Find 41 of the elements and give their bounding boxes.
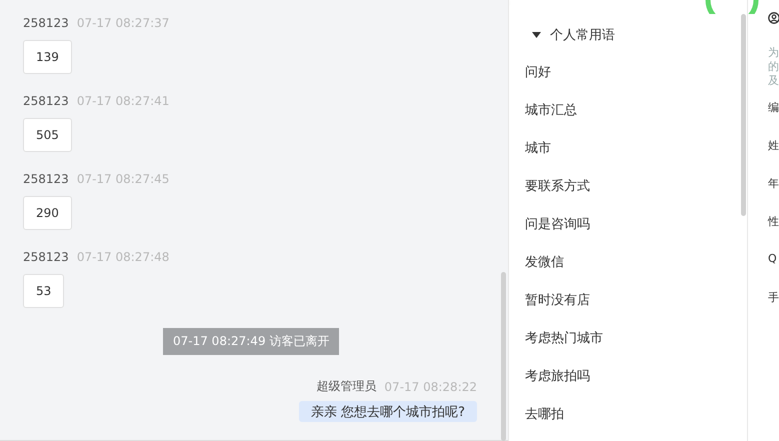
phrase-item[interactable]: 城市汇总 bbox=[509, 91, 577, 129]
scrollbar[interactable] bbox=[741, 14, 746, 216]
message-time: 07-17 08:27:37 bbox=[76, 16, 170, 30]
field-label: 姓 bbox=[768, 138, 779, 154]
sender-name: 258123 bbox=[23, 94, 69, 108]
note-text: 及 bbox=[768, 74, 779, 88]
ring-icon bbox=[704, 0, 760, 14]
system-notice: 07-17 08:27:49 访客已离开 bbox=[163, 328, 340, 355]
message-bubble: 亲亲 您想去哪个城市拍呢? bbox=[298, 401, 477, 422]
phrase-item[interactable]: 要联系方式 bbox=[509, 167, 590, 205]
phrase-item[interactable]: 去哪拍 bbox=[509, 395, 564, 433]
user-icon bbox=[768, 12, 779, 24]
message-bubble: 290 bbox=[23, 196, 72, 230]
sender-name: 258123 bbox=[23, 250, 69, 264]
field-label: 手 bbox=[768, 290, 779, 306]
scrollbar[interactable] bbox=[501, 272, 506, 441]
phrase-item[interactable]: 城市 bbox=[509, 129, 551, 167]
field-label: 编 bbox=[768, 100, 779, 116]
field-label: Q bbox=[768, 252, 777, 267]
message-time: 07-17 08:27:45 bbox=[76, 172, 170, 186]
caret-icon bbox=[532, 32, 541, 38]
phrase-item[interactable]: 问是咨询吗 bbox=[509, 205, 590, 243]
message-time: 07-17 08:27:48 bbox=[76, 250, 170, 264]
phrase-item[interactable]: 暂时没有店 bbox=[509, 281, 590, 319]
message-bubble: 139 bbox=[23, 40, 72, 74]
sender-name: 258123 bbox=[23, 16, 69, 30]
phrase-item[interactable]: 发微信 bbox=[509, 243, 564, 281]
note-text: 的 bbox=[768, 60, 779, 74]
phrase-item[interactable]: 考虑热门城市 bbox=[509, 319, 603, 357]
note-text: 为 bbox=[768, 46, 779, 60]
phrase-group-header[interactable]: 个人常用语 bbox=[509, 25, 747, 45]
phrase-item[interactable]: 考虑旅拍吗 bbox=[509, 357, 590, 395]
field-label: 年 bbox=[768, 176, 779, 192]
message-time: 07-17 08:27:41 bbox=[76, 94, 170, 108]
message-bubble: 505 bbox=[23, 118, 72, 152]
sender-name: 258123 bbox=[23, 172, 69, 186]
message-time: 07-17 08:28:22 bbox=[384, 380, 477, 394]
field-label: 性 bbox=[768, 214, 779, 230]
sender-name: 超级管理员 bbox=[316, 378, 376, 395]
phrase-item[interactable]: 问好 bbox=[509, 53, 551, 91]
message-bubble: 53 bbox=[23, 274, 64, 308]
